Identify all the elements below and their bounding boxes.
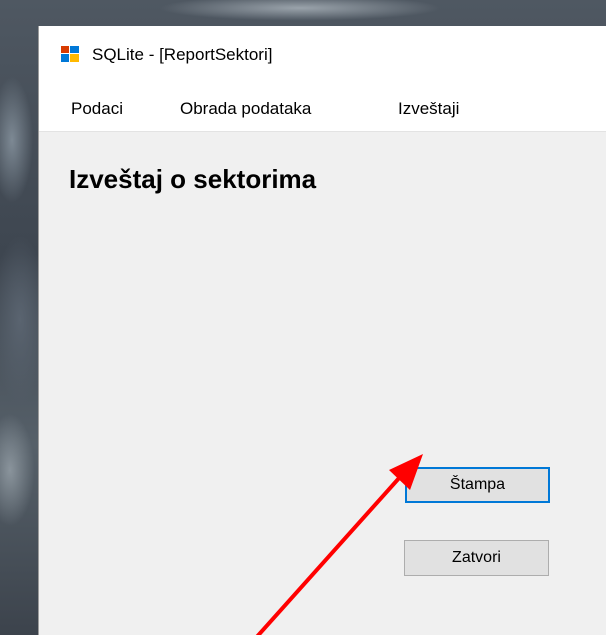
- close-button[interactable]: Zatvori: [404, 540, 549, 576]
- title-bar[interactable]: SQLite - [ReportSektori]: [39, 26, 606, 84]
- window-title: SQLite - [ReportSektori]: [92, 45, 273, 64]
- report-form: Izveštaj o sektorima Štampa Zatvori: [39, 132, 606, 635]
- app-window: SQLite - [ReportSektori] Podaci Obrada p…: [38, 26, 606, 635]
- menu-item-izvestaji[interactable]: Izveštaji: [398, 99, 459, 119]
- close-button-label: Zatvori: [452, 549, 501, 566]
- menu-bar: Podaci Obrada podataka Izveštaji: [39, 84, 606, 132]
- menu-item-podaci[interactable]: Podaci: [71, 99, 123, 119]
- app-window-icon: [61, 46, 79, 62]
- page-title: Izveštaj o sektorima: [69, 164, 317, 194]
- print-button[interactable]: Štampa: [405, 467, 550, 503]
- menu-item-obrada-podataka[interactable]: Obrada podataka: [180, 99, 311, 119]
- print-button-label: Štampa: [449, 476, 506, 493]
- screenshot-stage: SQLite - [ReportSektori] Podaci Obrada p…: [0, 0, 606, 635]
